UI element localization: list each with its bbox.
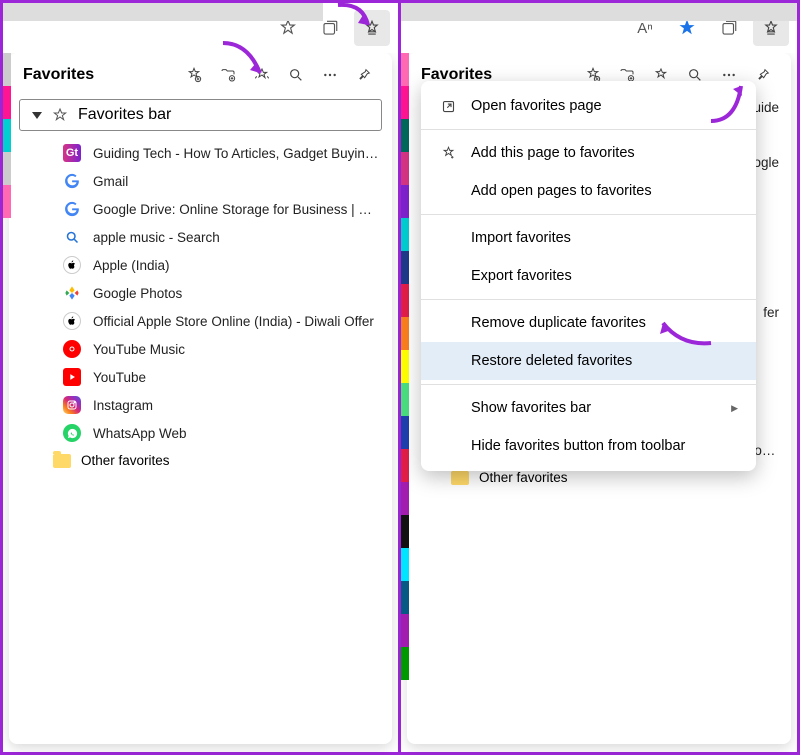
- favicon: [63, 228, 81, 246]
- ctx-show-favorites-bar[interactable]: Show favorites bar: [421, 389, 756, 427]
- list-item[interactable]: Google Photos: [9, 279, 392, 307]
- favorite-star-filled-icon[interactable]: [669, 10, 705, 46]
- list-item[interactable]: Official Apple Store Online (India) - Di…: [9, 307, 392, 335]
- favicon: [63, 368, 81, 386]
- ctx-add-open-pages[interactable]: Add open pages to favorites: [421, 172, 756, 210]
- favicon: [63, 284, 81, 302]
- favorites-list: GtGuiding Tech - How To Articles, Gadget…: [9, 135, 392, 478]
- ctx-export-favorites[interactable]: Export favorites: [421, 257, 756, 295]
- favicon: [63, 256, 81, 274]
- list-item[interactable]: apple music - Search: [9, 223, 392, 251]
- folder-icon: [451, 471, 469, 485]
- annotation-arrow: [651, 308, 721, 353]
- chevron-down-icon: [32, 112, 42, 119]
- list-item[interactable]: GtGuiding Tech - How To Articles, Gadget…: [9, 139, 392, 167]
- annotation-arrow: [218, 38, 278, 93]
- favicon: [63, 172, 81, 190]
- ctx-add-this-page[interactable]: Add this page to favorites: [421, 134, 756, 172]
- favicon: [63, 396, 81, 414]
- ctx-import-favorites[interactable]: Import favorites: [421, 219, 756, 257]
- pin-icon[interactable]: [350, 61, 378, 89]
- favicon: [63, 312, 81, 330]
- favorites-hub-icon[interactable]: [753, 10, 789, 46]
- favorites-title: Favorites: [23, 66, 174, 84]
- annotation-arrow: [701, 76, 761, 131]
- other-favorites-folder[interactable]: Other favorites: [9, 447, 392, 474]
- list-item[interactable]: WhatsApp Web: [9, 419, 392, 447]
- read-aloud-icon[interactable]: Aⁿ: [627, 10, 663, 46]
- favorites-context-menu: Open favorites page Add this page to fav…: [421, 81, 756, 471]
- favicon: [63, 340, 81, 358]
- favorites-bar-label: Favorites bar: [78, 106, 171, 124]
- search-icon[interactable]: [282, 61, 310, 89]
- list-item[interactable]: Apple (India): [9, 251, 392, 279]
- list-item[interactable]: Gmail: [9, 167, 392, 195]
- collections-icon[interactable]: [711, 10, 747, 46]
- add-favorite-header-icon[interactable]: [180, 61, 208, 89]
- favicon: [63, 200, 81, 218]
- star-icon: [52, 107, 68, 123]
- favicon: Gt: [63, 144, 81, 162]
- ctx-hide-favorites-button[interactable]: Hide favorites button from toolbar: [421, 427, 756, 465]
- annotation-arrow: [333, 0, 393, 45]
- list-item[interactable]: YouTube Music: [9, 335, 392, 363]
- folder-icon: [53, 454, 71, 468]
- favorites-bar-folder[interactable]: Favorites bar: [19, 99, 382, 131]
- list-item[interactable]: Google Drive: Online Storage for Busines…: [9, 195, 392, 223]
- open-icon: [439, 97, 457, 115]
- favicon: [63, 424, 81, 442]
- list-item[interactable]: Instagram: [9, 391, 392, 419]
- list-item[interactable]: YouTube: [9, 363, 392, 391]
- star-plus-icon: [439, 144, 457, 162]
- more-options-icon[interactable]: [316, 61, 344, 89]
